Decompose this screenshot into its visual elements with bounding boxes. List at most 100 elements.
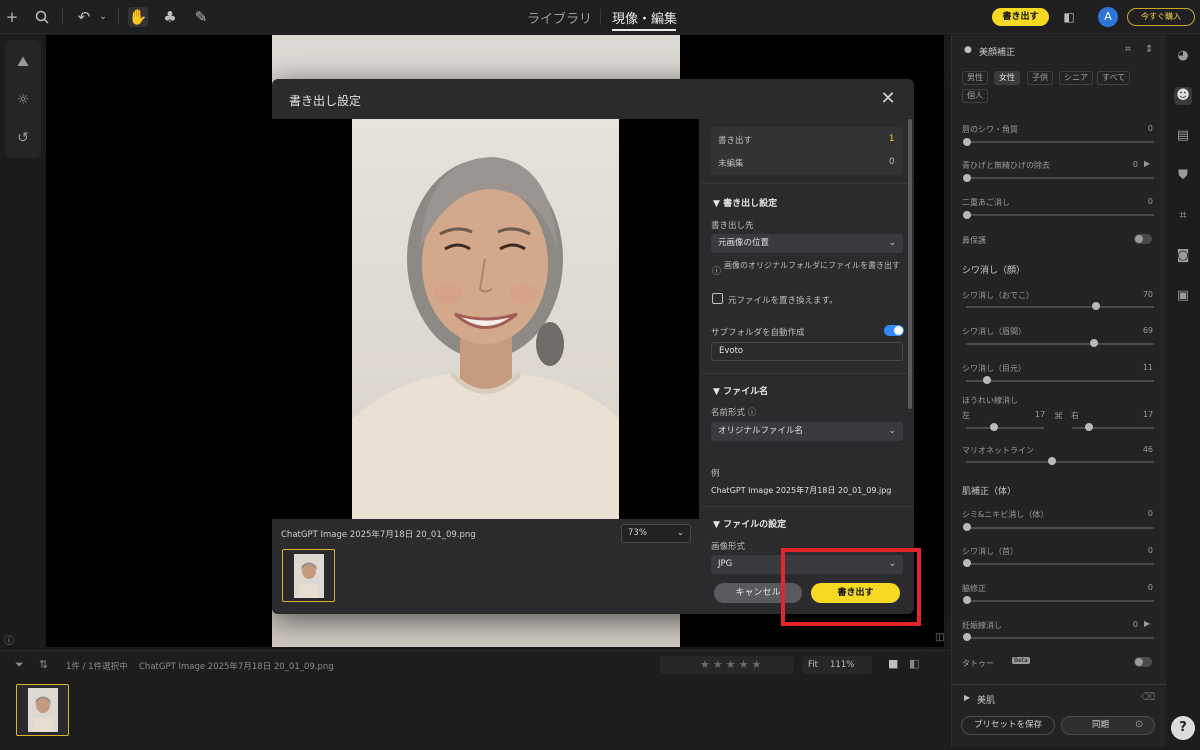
slider-track[interactable] [966, 563, 1154, 565]
settings-scrollbar[interactable] [908, 119, 912, 409]
chip-male[interactable]: 男性 [962, 71, 988, 85]
section-filename[interactable]: ▼ ファイル名 [713, 384, 768, 397]
slider-thumb[interactable] [1092, 302, 1100, 310]
chip-all[interactable]: すべて [1097, 71, 1131, 85]
clothing-icon[interactable]: ⛊ [1174, 167, 1192, 185]
rating-stars[interactable]: ★★★★★ [660, 656, 794, 674]
camera-icon[interactable]: ◙ [1174, 247, 1192, 265]
layers-icon[interactable]: ▤ [1174, 127, 1192, 145]
section-file-settings[interactable]: ▼ ファイルの設定 [713, 517, 786, 530]
slider-track[interactable] [966, 600, 1154, 602]
hand-tool-icon[interactable]: ✋ [128, 7, 148, 27]
filmstrip-thumbnail[interactable] [16, 684, 69, 736]
mountain-icon[interactable]: ⛰ [13, 52, 33, 72]
slider-value: 0 [1147, 546, 1153, 555]
eraser-icon[interactable]: ⌫ [1141, 692, 1155, 703]
slider-track[interactable] [966, 637, 1154, 639]
slider-value: 0 [1147, 509, 1153, 518]
save-preset-button[interactable]: プリセットを保存 [961, 716, 1055, 735]
folder-icon[interactable]: ▣ [1174, 287, 1192, 305]
slider-thumb[interactable] [963, 174, 971, 182]
slider-track[interactable] [966, 527, 1154, 529]
chip-child[interactable]: 子供 [1027, 71, 1053, 85]
nose-protect-label: 鼻保護 [962, 236, 986, 245]
palette-icon[interactable]: ◕ [1174, 47, 1192, 65]
reset-icon[interactable]: ⇕ [1145, 44, 1153, 55]
slider-track[interactable] [966, 306, 1154, 308]
chevron-down-icon: ⌄ [888, 426, 896, 436]
name-format-select[interactable]: オリジナルファイル名 ⌄ [711, 422, 903, 441]
nasolabial-left-value: 17 [1035, 410, 1046, 419]
slider-track[interactable] [966, 380, 1154, 382]
slider-label: マリオネットライン [962, 446, 1034, 455]
expand-arrow-icon[interactable]: ▶ [1144, 159, 1150, 168]
slider-value: 69 [1142, 326, 1153, 335]
slider-track[interactable] [966, 214, 1154, 216]
compare-icon[interactable]: ◧ [1059, 7, 1079, 27]
slider-thumb[interactable] [963, 633, 971, 641]
slider-track[interactable] [966, 141, 1154, 143]
overwrite-checkbox[interactable] [712, 293, 723, 304]
expand-arrow-icon[interactable]: ▶ [964, 693, 970, 702]
single-view-icon[interactable]: ■ [888, 657, 898, 670]
selection-count: 1件 / 1件選択中 [66, 662, 128, 672]
filmstrip-panel: ⏷ ⇅ 1件 / 1件選択中 ChatGPT Image 2025年7月18日 … [0, 650, 950, 750]
add-icon[interactable]: + [2, 7, 22, 27]
preview-photo [352, 119, 619, 519]
close-icon[interactable]: ✕ [878, 89, 898, 109]
expand-arrow-icon[interactable]: ▶ [1144, 619, 1150, 628]
chip-female[interactable]: 女性 [994, 71, 1020, 85]
section-export-settings[interactable]: ▼ 書き出し設定 [713, 196, 777, 209]
zoom-value: 111% [830, 660, 855, 670]
chip-senior[interactable]: シニア [1059, 71, 1093, 85]
slider-thumb[interactable] [963, 523, 971, 531]
chevron-down-icon[interactable]: ⌄ [93, 7, 113, 27]
slider-thumb[interactable] [963, 138, 971, 146]
slider-thumb[interactable] [1048, 457, 1056, 465]
subfolder-toggle[interactable] [884, 325, 904, 336]
export-button[interactable]: 書き出す [992, 8, 1049, 26]
panel-toggle-icon[interactable]: ◫ [935, 632, 944, 643]
zoom-control[interactable]: Fit 111% [802, 656, 872, 674]
slider-thumb[interactable] [963, 596, 971, 604]
brush-tool-icon[interactable]: ✎ [191, 7, 211, 27]
slider-thumb[interactable] [983, 376, 991, 384]
buy-now-button[interactable]: 今すぐ購入 [1127, 8, 1195, 26]
info-icon[interactable]: ⓘ [4, 632, 14, 647]
help-icon[interactable]: ? [1171, 716, 1195, 740]
tattoo-toggle[interactable] [1134, 657, 1152, 667]
tab-library[interactable]: ライブラリ [527, 8, 592, 27]
history-icon[interactable]: ↺ [13, 128, 33, 148]
split-view-icon[interactable]: ◧ [909, 657, 919, 670]
slider-thumb[interactable] [990, 423, 998, 431]
undo-icon[interactable]: ↶ [74, 7, 94, 27]
slider-track[interactable] [966, 177, 1154, 179]
slider-track-left[interactable] [966, 427, 1044, 429]
nose-protect-toggle[interactable] [1134, 234, 1152, 244]
tab-develop-edit[interactable]: 現像・編集 [612, 8, 677, 27]
chip-individual[interactable]: 個人 [962, 89, 988, 103]
stamp-tool-icon[interactable]: ♣ [160, 7, 180, 27]
slider-track[interactable] [966, 343, 1154, 345]
slider-track[interactable] [966, 461, 1154, 463]
destination-select[interactable]: 元画像の位置 ⌄ [711, 234, 903, 253]
summary-label: 書き出す [718, 136, 753, 146]
sync-settings-icon[interactable]: ⊙ [1135, 719, 1143, 730]
crop-icon[interactable]: ⌗ [1174, 207, 1192, 225]
preview-zoom-select[interactable]: 73% ⌄ [621, 524, 691, 543]
section-beauty-skin[interactable]: 美肌 [977, 693, 995, 706]
slider-thumb[interactable] [1090, 339, 1098, 347]
preview-thumbnail[interactable] [282, 549, 335, 602]
slider-thumb[interactable] [963, 211, 971, 219]
sort-icon[interactable]: ⇅ [39, 658, 48, 671]
sun-icon[interactable]: ☼ [13, 90, 33, 110]
search-icon[interactable] [32, 7, 52, 27]
filter-icon[interactable]: ⏷ [15, 658, 24, 672]
slider-thumb[interactable] [1085, 423, 1093, 431]
subfolder-name-input[interactable]: Evoto [711, 342, 903, 361]
link-icon[interactable]: ⌘ [1054, 412, 1063, 422]
face-select-icon[interactable]: ⌗ [1125, 44, 1131, 55]
slider-thumb[interactable] [963, 559, 971, 567]
avatar[interactable]: A [1098, 7, 1118, 27]
face-beauty-icon[interactable]: ☻ [1174, 87, 1192, 105]
